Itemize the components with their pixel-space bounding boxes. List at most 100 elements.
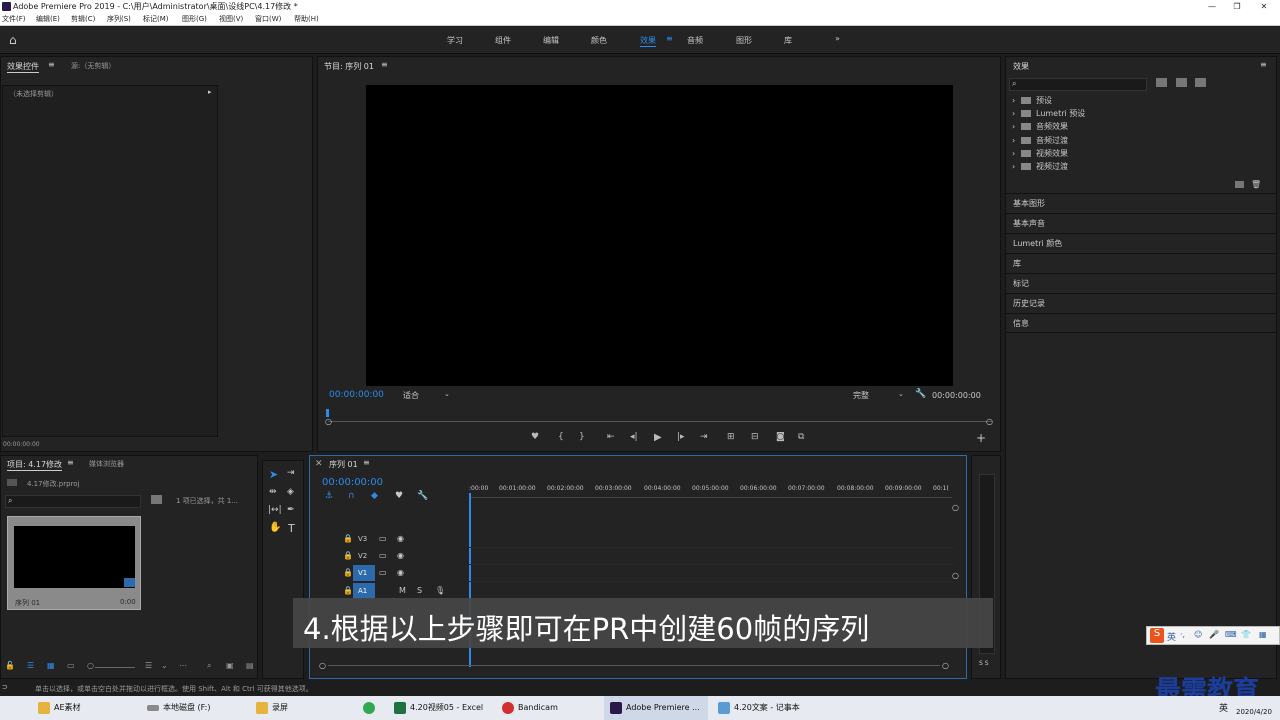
new-bin-icon[interactable] [1235, 181, 1244, 188]
chevron-down-icon[interactable]: ⌄ [898, 390, 904, 398]
keyboard-icon[interactable]: ⌨ [1225, 630, 1237, 639]
go-to-in-icon[interactable]: ⇤ [607, 432, 615, 442]
taskbar-item-recording[interactable]: 录屏 [256, 696, 288, 720]
workspace-libraries[interactable]: 库 [784, 35, 792, 46]
track-lane-v2[interactable] [469, 548, 954, 565]
timeline-settings-icon[interactable]: 🔧 [417, 491, 428, 501]
more-workspaces-icon[interactable]: » [835, 34, 840, 43]
comparison-view-icon[interactable]: ⧉ [798, 432, 804, 442]
list-view-icon[interactable]: ☰ [27, 661, 34, 670]
scroll-handle-right-icon[interactable]: ○ [986, 417, 993, 426]
play-icon[interactable]: ▶ [654, 432, 662, 443]
add-button-icon[interactable]: + [976, 431, 986, 445]
menu-help[interactable]: 帮助(H) [294, 13, 319, 26]
panel-menu-icon[interactable]: ≡ [381, 60, 388, 69]
selection-tool-icon[interactable]: ➤ [269, 468, 278, 481]
hand-tool-icon[interactable]: ✋ [269, 522, 281, 533]
h-scrollbar[interactable] [328, 665, 940, 666]
track-lane-v1[interactable] [469, 565, 954, 582]
track-lock-icon[interactable]: 🔒 [343, 568, 353, 577]
expand-icon[interactable]: ▸ [208, 88, 212, 96]
pen-tool-icon[interactable]: ✒ [287, 505, 295, 515]
close-tab-icon[interactable]: ✕ [315, 459, 323, 469]
section-info[interactable]: 信息 [1005, 313, 1276, 333]
wrench-icon[interactable]: 🔧 [915, 389, 926, 399]
chevron-down-icon[interactable]: ⌄ [444, 390, 450, 398]
chevron-down-icon[interactable]: ⌄ [161, 661, 168, 670]
step-back-icon[interactable]: ◂| [630, 432, 638, 442]
mark-out-icon[interactable]: } [579, 432, 585, 442]
menu-graphics[interactable]: 图形(G) [182, 13, 207, 26]
new-bin-icon[interactable] [151, 495, 162, 504]
32bit-effects-icon[interactable] [1176, 78, 1187, 87]
close-icon[interactable]: ✕ [1257, 0, 1271, 13]
zoom-slider-handle-icon[interactable]: ○ [87, 661, 94, 670]
section-markers[interactable]: 标记 [1005, 273, 1276, 293]
automate-icon[interactable]: ⋯ [179, 661, 187, 670]
menu-clip[interactable]: 剪辑(C) [71, 13, 95, 26]
scrub-bar[interactable] [328, 421, 992, 422]
workspace-learn[interactable]: 学习 [447, 35, 463, 46]
microphone-icon[interactable]: 🎙 [435, 586, 445, 595]
project-item-thumbnail[interactable]: 序列 01 0:00 [7, 516, 141, 610]
effects-search-input[interactable]: ⌕ [1009, 78, 1147, 91]
tab-source[interactable]: 源:（无剪辑） [71, 61, 115, 71]
linked-selection-icon[interactable]: ◆ [371, 491, 378, 501]
scroll-handle-left-icon[interactable]: ○ [325, 417, 332, 426]
snap-icon[interactable]: ∩ [348, 491, 355, 501]
restore-icon[interactable]: ❐ [1230, 0, 1244, 13]
minimize-icon[interactable]: — [1205, 0, 1219, 13]
workspace-editing[interactable]: 编辑 [543, 35, 559, 46]
sogou-icon[interactable]: S [1150, 628, 1164, 643]
time-ruler[interactable]: :00:00 00:01:00:00 00:02:00:00 00:03:00:… [469, 480, 952, 498]
ime-punct-icon[interactable]: ·, [1180, 630, 1185, 639]
h-scroll-left-icon[interactable]: ○ [319, 661, 326, 670]
add-marker-icon[interactable]: ♥ [395, 491, 403, 501]
section-libraries[interactable]: 库 [1005, 253, 1276, 273]
go-to-out-icon[interactable]: ⇥ [700, 432, 708, 442]
taskbar-item-local-disk[interactable]: 本地磁盘 (F:) [147, 696, 210, 720]
workspace-effects[interactable]: 效果 [640, 35, 656, 47]
taskbar-item-notepad[interactable]: 4.20文案 - 记事本 [718, 696, 800, 720]
video-preview[interactable] [366, 85, 953, 386]
track-lock-icon[interactable]: 🔒 [343, 534, 353, 543]
taskbar-item-premiere[interactable]: Adobe Premiere ... [604, 696, 708, 720]
find-icon[interactable]: ⌕ [207, 661, 211, 671]
sort-icon[interactable]: ☰ [145, 661, 152, 670]
panel-menu-icon[interactable]: ≡ [48, 60, 55, 69]
mini-playhead[interactable] [326, 409, 329, 417]
section-essential-sound[interactable]: 基本声音 [1005, 213, 1276, 233]
workspace-menu-icon[interactable]: ≡ [666, 34, 673, 43]
ripple-edit-tool-icon[interactable]: ⇹ [269, 487, 277, 497]
tab-media-browser[interactable]: 媒体浏览器 [89, 459, 124, 469]
h-scroll-right-icon[interactable]: ○ [942, 661, 949, 670]
sync-lock-icon[interactable]: ▭ [379, 551, 387, 560]
eye-icon[interactable]: ◉ [397, 534, 404, 543]
emoji-icon[interactable]: ☺ [1194, 630, 1202, 639]
tab-effect-controls[interactable]: 效果控件 [7, 61, 39, 73]
timeline-timecode[interactable]: 00:00:00:00 [322, 477, 383, 488]
icon-view-icon[interactable]: ▦ [47, 661, 55, 670]
menu-marker[interactable]: 标记(M) [143, 13, 169, 26]
lock-icon[interactable]: 🔓 [5, 661, 15, 670]
type-tool-icon[interactable]: T [288, 522, 295, 535]
panel-menu-icon[interactable]: ≡ [1260, 60, 1267, 69]
extract-icon[interactable]: ⊟ [751, 432, 759, 442]
menu-view[interactable]: 视图(V) [219, 13, 243, 26]
add-marker-icon[interactable]: ♥ [531, 432, 539, 442]
eye-icon[interactable]: ◉ [397, 568, 404, 577]
voice-icon[interactable]: 🎤 [1209, 630, 1219, 639]
fit-dropdown[interactable]: 适合 [403, 390, 419, 401]
solo-icon[interactable]: S [417, 586, 422, 595]
zoom-slider[interactable] [95, 667, 135, 668]
workspace-assembly[interactable]: 组件 [495, 35, 511, 46]
ime-mode[interactable]: 英 [1167, 630, 1176, 643]
program-playhead-timecode[interactable]: 00:00:00:00 [329, 390, 384, 400]
sync-lock-icon[interactable]: ▭ [379, 568, 387, 577]
tab-project[interactable]: 项目: 4.17修改 [7, 459, 63, 471]
panel-menu-icon[interactable]: ≡ [67, 458, 74, 467]
mute-icon[interactable]: M [399, 586, 406, 595]
panel-menu-icon[interactable]: ≡ [363, 458, 370, 467]
skin-icon[interactable]: 👕 [1241, 630, 1251, 639]
taskbar-item-browser[interactable] [363, 696, 379, 720]
